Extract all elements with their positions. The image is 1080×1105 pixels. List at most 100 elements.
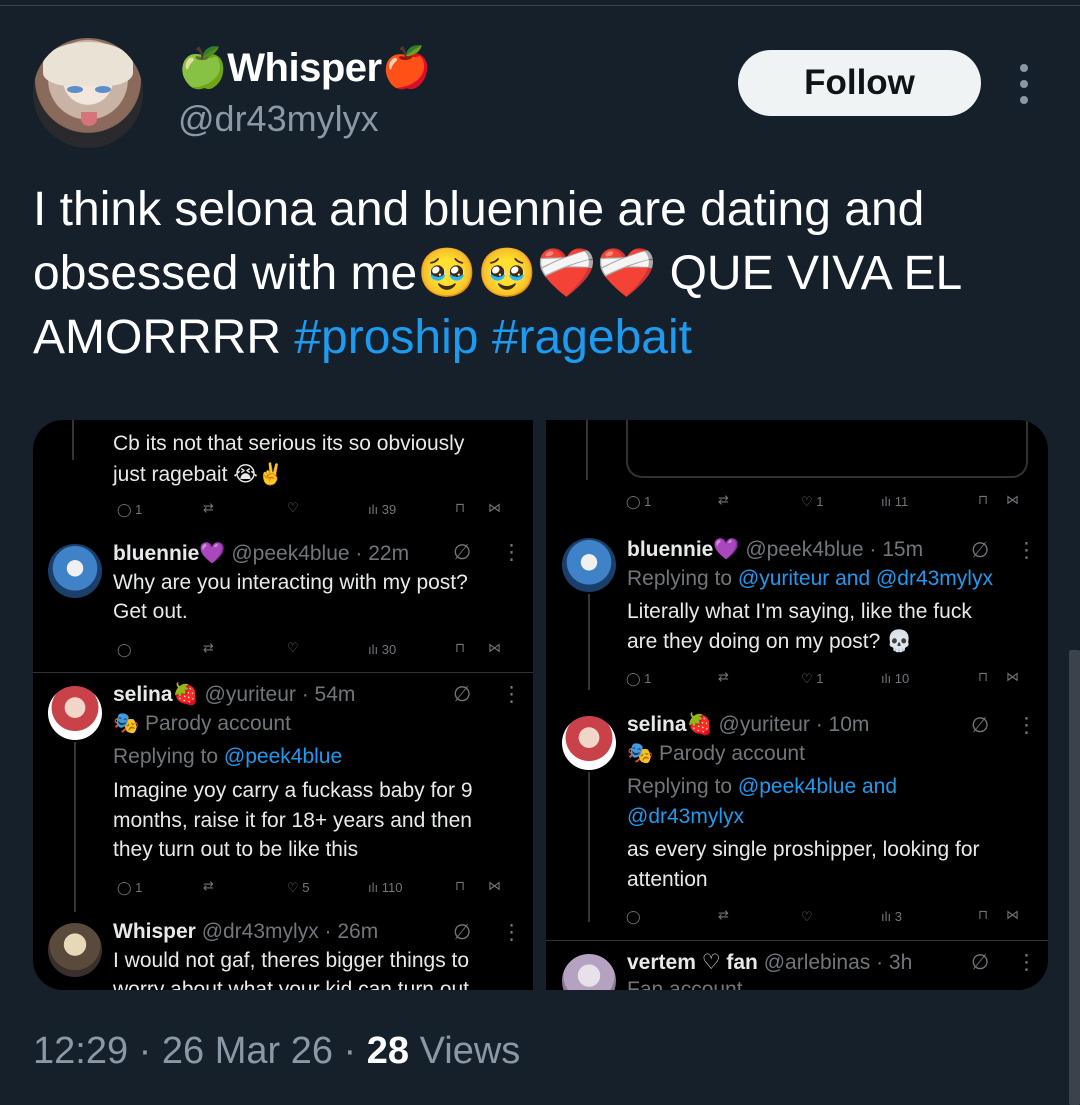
user-name: selina🍓 bbox=[113, 683, 199, 706]
tweet-time[interactable]: 12:29 bbox=[33, 1030, 128, 1072]
reply-text: Why are you interacting with my post? bbox=[113, 571, 468, 594]
reply-text: Cb its not that serious its so obviously bbox=[113, 432, 465, 455]
author-display-name[interactable]: 🍏Whisper🍎 bbox=[178, 44, 431, 91]
bookmark-icon: ⊓ bbox=[455, 640, 466, 655]
reply-text: Imagine yoy carry a fuckass baby for 9 bbox=[113, 779, 473, 802]
media-image-right[interactable]: ◯ 1 ⇄ ♡ 1 ılı 11 ⊓ ⋈ bluennie💜 @peek4blu… bbox=[546, 420, 1048, 990]
reply-text: as every single proshipper, looking for bbox=[627, 838, 980, 861]
avatar-eye-left bbox=[67, 86, 83, 93]
reply-icon: ◯ bbox=[117, 642, 132, 657]
scrollbar[interactable] bbox=[1069, 650, 1080, 1105]
user-avatar[interactable] bbox=[48, 544, 102, 598]
grok-icon: ∅ bbox=[453, 541, 472, 564]
views-count: 110 bbox=[381, 880, 403, 895]
divider bbox=[33, 672, 533, 673]
reply-text: months, raise it for 18+ years and then bbox=[113, 809, 472, 832]
user-avatar[interactable] bbox=[48, 923, 102, 977]
views-total[interactable]: 28 bbox=[367, 1030, 409, 1072]
reply-text: attention bbox=[627, 868, 708, 891]
more-icon: ⋮ bbox=[501, 921, 522, 944]
parody-badge: 🎭 Parody account bbox=[627, 742, 805, 765]
tweet-text: I think selona and bluennie are dating a… bbox=[33, 178, 1043, 370]
user-handle-time: @arlebinas · 3h bbox=[763, 951, 913, 974]
replying-to-link: @peek4blue and bbox=[737, 775, 898, 798]
replying-to-link: @dr43mylyx bbox=[627, 805, 745, 828]
parody-badge: 🎭 Parody account bbox=[113, 712, 291, 735]
reply-text: Literally what I'm saying, like the fuck bbox=[627, 600, 972, 623]
grok-icon: ∅ bbox=[971, 539, 990, 562]
reply-count: 1 bbox=[135, 502, 143, 517]
reply-count: 1 bbox=[644, 494, 652, 509]
replying-to-link: @peek4blue bbox=[223, 745, 343, 768]
retweet-icon: ⇄ bbox=[203, 878, 214, 893]
reply-text: I would not gaf, theres bigger things to bbox=[113, 949, 470, 972]
grok-icon: ∅ bbox=[971, 714, 990, 737]
bookmark-icon: ⊓ bbox=[978, 907, 989, 922]
reply-icon: ◯ 1 bbox=[626, 671, 652, 686]
views-icon: ılı 11 bbox=[881, 494, 909, 509]
tweet-meta: 12:29 · 26 Mar 26 · 28 Views bbox=[33, 1030, 520, 1073]
user-avatar[interactable] bbox=[562, 954, 616, 990]
tweet-media[interactable]: Cb its not that serious its so obviously… bbox=[33, 420, 1048, 990]
user-handle-time: @peek4blue · 22m bbox=[231, 542, 410, 565]
fan-badge: Fan account bbox=[627, 978, 743, 990]
user-avatar[interactable] bbox=[562, 538, 616, 592]
views-icon: ılı 110 bbox=[368, 880, 403, 895]
bookmark-icon: ⊓ bbox=[978, 492, 989, 507]
grok-icon: ∅ bbox=[453, 921, 472, 944]
quoted-box bbox=[626, 420, 1028, 478]
reply-header: Whisper @dr43mylyx · 26m bbox=[113, 920, 378, 944]
reply-icon: ◯ 1 bbox=[117, 880, 143, 895]
follow-button[interactable]: Follow bbox=[738, 50, 981, 116]
hashtag-ragebait[interactable]: #ragebait bbox=[492, 311, 692, 364]
like-count: 5 bbox=[302, 880, 310, 895]
reply-text: they turn out to be like this bbox=[113, 838, 359, 861]
replying-to: Replying to @peek4blue and bbox=[627, 775, 897, 799]
like-count: 1 bbox=[816, 671, 824, 686]
user-handle-time: @dr43mylyx · 26m bbox=[201, 920, 379, 943]
reply-icon: ◯ 1 bbox=[626, 494, 652, 509]
thread-line bbox=[74, 742, 76, 912]
reply-text: just ragebait 😭✌️ bbox=[113, 463, 284, 486]
share-icon: ⋈ bbox=[1006, 907, 1019, 922]
views-count: 39 bbox=[381, 502, 397, 517]
more-icon[interactable] bbox=[1016, 64, 1032, 104]
user-handle-time: @peek4blue · 15m bbox=[745, 538, 924, 561]
meta-dot: · bbox=[343, 1030, 357, 1072]
views-icon: ılı 3 bbox=[881, 909, 902, 924]
like-icon: ♡ 5 bbox=[287, 880, 310, 895]
like-count: 1 bbox=[816, 494, 824, 509]
views-icon: ılı 30 bbox=[368, 642, 397, 657]
reply-header: selina🍓 @yuriteur · 10m bbox=[627, 713, 869, 737]
user-avatar[interactable] bbox=[48, 686, 102, 740]
views-count: 11 bbox=[894, 494, 909, 509]
like-icon: ♡ bbox=[287, 640, 299, 655]
reply-header: bluennie💜 @peek4blue · 22m bbox=[113, 542, 409, 566]
hashtag-proship[interactable]: #proship bbox=[294, 311, 478, 364]
retweet-icon: ⇄ bbox=[718, 492, 729, 507]
bookmark-icon: ⊓ bbox=[978, 669, 989, 684]
like-icon: ♡ bbox=[287, 500, 299, 515]
media-image-left[interactable]: Cb its not that serious its so obviously… bbox=[33, 420, 533, 990]
thread-line bbox=[588, 594, 590, 690]
tweet-date[interactable]: 26 Mar 26 bbox=[162, 1030, 333, 1072]
replying-to-link: @yuriteur and @dr43mylyx bbox=[737, 567, 993, 590]
reply-count: 1 bbox=[135, 880, 143, 895]
thread-line bbox=[72, 420, 74, 460]
replying-prefix: Replying to bbox=[627, 567, 738, 590]
share-icon: ⋈ bbox=[1006, 492, 1019, 507]
reply-header: vertem ♡ fan @arlebinas · 3h bbox=[627, 950, 912, 975]
reply-icon: ◯ 1 bbox=[117, 502, 143, 517]
user-avatar[interactable] bbox=[562, 716, 616, 770]
user-name: Whisper bbox=[113, 920, 196, 943]
more-icon: ⋮ bbox=[501, 541, 522, 564]
retweet-icon: ⇄ bbox=[718, 669, 729, 684]
author-handle[interactable]: @dr43mylyx bbox=[178, 98, 379, 140]
author-avatar[interactable] bbox=[33, 38, 143, 148]
grok-icon: ∅ bbox=[453, 683, 472, 706]
like-icon: ♡ bbox=[801, 909, 813, 924]
more-icon: ⋮ bbox=[1016, 539, 1037, 562]
views-icon: ılı 39 bbox=[368, 502, 397, 517]
meta-dot: · bbox=[138, 1030, 152, 1072]
replying-to: Replying to @peek4blue bbox=[113, 745, 342, 769]
